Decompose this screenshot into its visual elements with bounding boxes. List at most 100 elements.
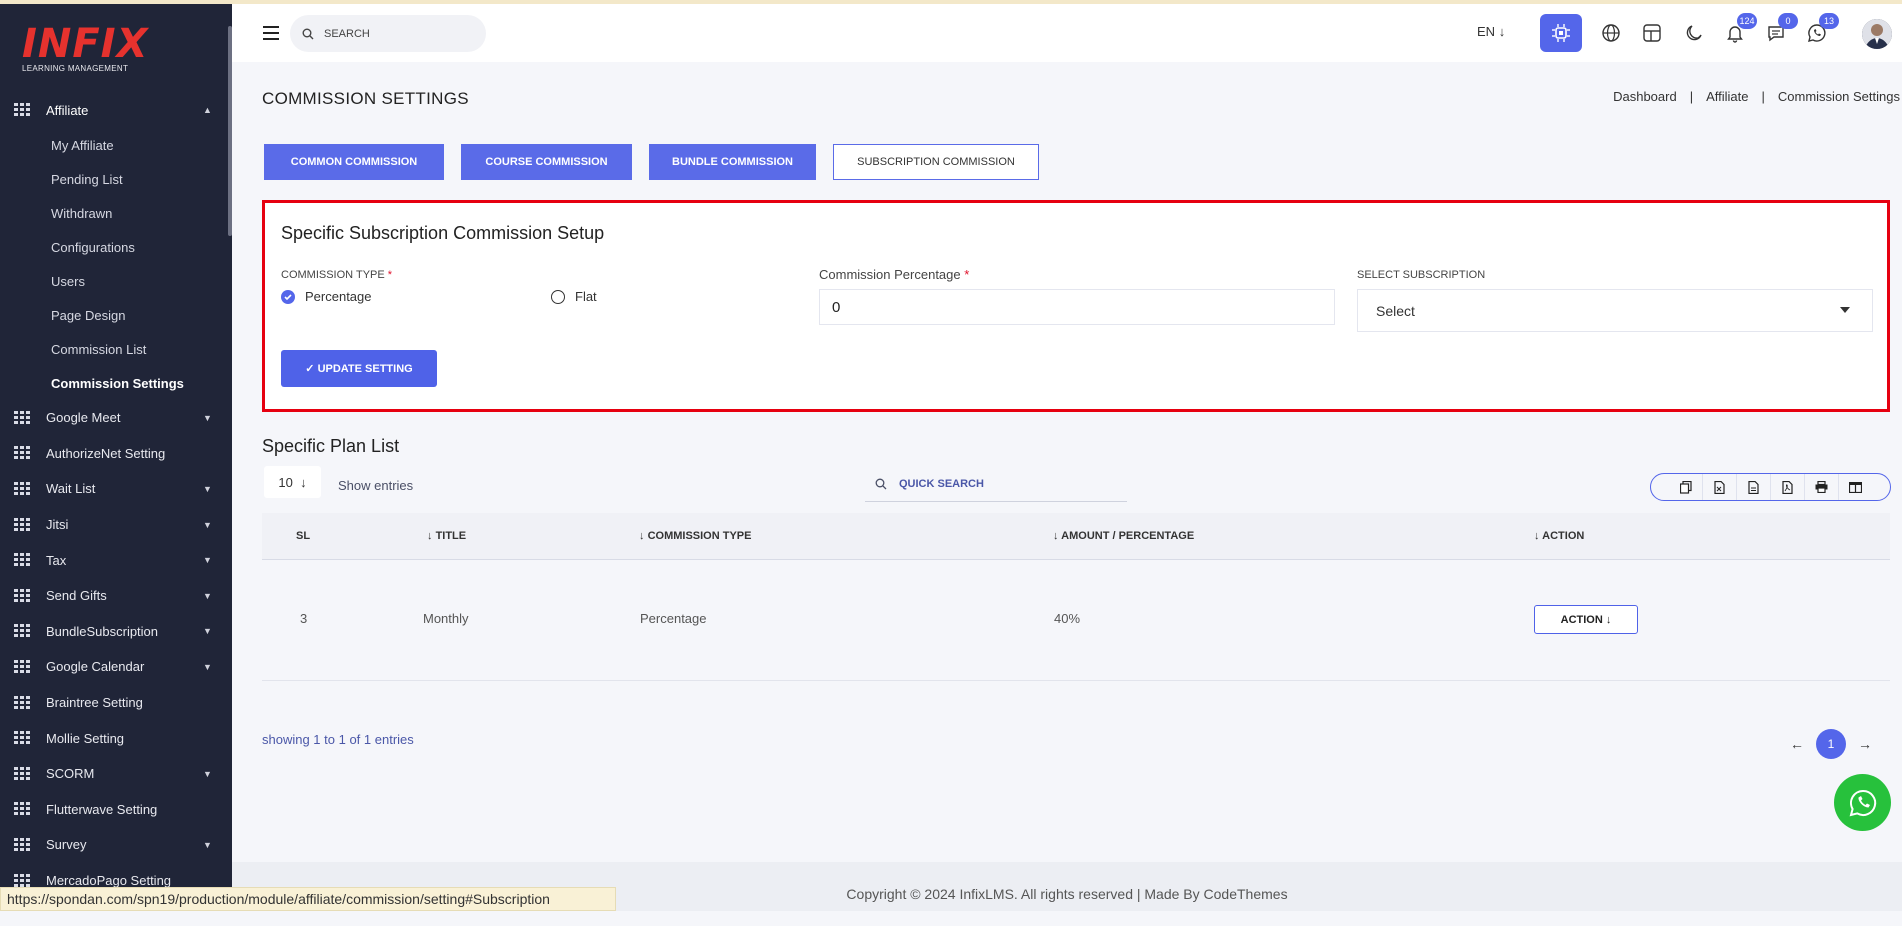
radio-percentage-label: Percentage: [305, 289, 372, 304]
radio-flat[interactable]: Flat: [551, 289, 597, 304]
chevron-down-icon: ▼: [203, 483, 212, 494]
csv-icon[interactable]: [1736, 474, 1770, 500]
sidebar-item-label: Braintree Setting: [46, 695, 143, 711]
whatsapp-badge: 13: [1819, 13, 1839, 29]
column-commission-type[interactable]: ↓ COMMISSION TYPE: [639, 530, 751, 542]
column-sl[interactable]: SL: [296, 530, 310, 542]
grid-icon: [14, 802, 30, 816]
update-setting-button[interactable]: ✓ UPDATE SETTING: [281, 350, 437, 387]
sidebar-item-mollie-setting[interactable]: Mollie Setting: [0, 720, 232, 756]
breadcrumb-dashboard[interactable]: Dashboard: [1613, 89, 1677, 104]
column-action[interactable]: ↓ ACTION: [1534, 530, 1584, 542]
user-avatar[interactable]: [1862, 19, 1892, 49]
arrow-down-icon: ↓: [1605, 613, 1612, 626]
sidebar-subitem-commission-settings[interactable]: Commission Settings: [0, 366, 232, 400]
cpu-settings-icon[interactable]: [1540, 14, 1582, 52]
grid-icon: [14, 624, 30, 638]
chevron-down-icon: ▼: [203, 412, 212, 423]
prev-page-icon[interactable]: ←: [1790, 736, 1804, 752]
sidebar-subitem-my-affiliate[interactable]: My Affiliate: [0, 128, 232, 162]
print-icon[interactable]: [1804, 474, 1838, 500]
sidebar: INFIX LEARNING MANAGEMENT Affiliate ▲ My…: [0, 4, 232, 911]
entries-select[interactable]: 10 ↓: [264, 466, 321, 498]
radio-percentage[interactable]: Percentage: [281, 289, 372, 304]
hamburger-menu-icon[interactable]: [263, 26, 279, 40]
sidebar-menu: Affiliate ▲ My Affiliate Pending List With…: [0, 92, 232, 898]
sidebar-item-bundlesubscription[interactable]: BundleSubscription ▼: [0, 614, 232, 650]
sidebar-item-scorm[interactable]: SCORM ▼: [0, 756, 232, 792]
column-amount[interactable]: ↓ AMOUNT / PERCENTAGE: [1053, 530, 1194, 542]
sidebar-item-jitsi[interactable]: Jitsi ▼: [0, 507, 232, 543]
grid-icon: [14, 588, 30, 602]
sidebar-item-label: Tax: [46, 552, 67, 568]
page-current[interactable]: 1: [1816, 729, 1846, 759]
pagination: ← 1 →: [1790, 729, 1872, 759]
sidebar-subitem-commission-list[interactable]: Commission List: [0, 332, 232, 366]
arrow-down-icon: ↓: [427, 530, 436, 542]
whatsapp-float-icon[interactable]: [1834, 774, 1891, 831]
sidebar-item-braintree-setting[interactable]: Braintree Setting: [0, 685, 232, 721]
sidebar-item-authorizenet-setting[interactable]: AuthorizeNet Setting: [0, 436, 232, 472]
page-title: COMMISSION SETTINGS: [262, 89, 469, 108]
sidebar-item-affiliate[interactable]: Affiliate ▲: [0, 92, 232, 128]
sidebar-item-flutterwave-setting[interactable]: Flutterwave Setting: [0, 792, 232, 828]
bell-icon[interactable]: 124: [1723, 13, 1757, 45]
sidebar-subitem-page-design[interactable]: Page Design: [0, 298, 232, 332]
cell-amount: 40%: [1054, 611, 1081, 626]
notification-badge: 124: [1737, 13, 1757, 29]
columns-icon[interactable]: [1838, 474, 1872, 500]
tab-course-commission[interactable]: COURSE COMMISSION: [461, 144, 632, 180]
moon-icon[interactable]: [1682, 21, 1706, 45]
tab-bundle-commission[interactable]: BUNDLE COMMISSION: [649, 144, 816, 180]
affiliate-submenu: My Affiliate Pending List Withdrawn Configu…: [0, 128, 232, 400]
sidebar-item-google-meet[interactable]: Google Meet ▼: [0, 400, 232, 436]
chat-icon[interactable]: 0: [1764, 13, 1798, 45]
excel-icon[interactable]: [1702, 474, 1736, 500]
copy-icon[interactable]: [1669, 474, 1702, 500]
search-input[interactable]: [322, 26, 476, 41]
breadcrumb-affiliate[interactable]: Affiliate: [1706, 89, 1748, 104]
tab-common-commission[interactable]: COMMON COMMISSION: [264, 144, 444, 180]
unchecked-radio-icon: [551, 289, 565, 304]
table-header: SL ↓ TITLE ↓ COMMISSION TYPE ↓ AMOUNT / …: [262, 513, 1890, 560]
plan-list-title: Specific Plan List: [262, 436, 400, 456]
sidebar-subitem-label: Commission List: [51, 341, 147, 357]
cell-title: Monthly: [423, 611, 469, 626]
tab-subscription-commission[interactable]: SUBSCRIPTION COMMISSION: [833, 144, 1039, 180]
row-action-button[interactable]: ACTION ↓: [1534, 605, 1638, 634]
breadcrumb-commission-settings[interactable]: Commission Settings: [1778, 89, 1900, 104]
commission-percentage-input[interactable]: 0: [819, 289, 1335, 325]
quick-search[interactable]: QUICK SEARCH: [865, 466, 1127, 502]
subscription-select[interactable]: Select: [1357, 289, 1873, 332]
grid-icon: [14, 517, 30, 531]
select-subscription-label: SELECT SUBSCRIPTION: [1357, 269, 1486, 281]
language-selector[interactable]: EN ↓: [1477, 24, 1505, 39]
caret-down-icon: [1840, 307, 1850, 313]
sidebar-subitem-configurations[interactable]: Configurations: [0, 230, 232, 264]
sidebar-item-send-gifts[interactable]: Send Gifts ▼: [0, 578, 232, 614]
sidebar-subitem-pending-list[interactable]: Pending List: [0, 162, 232, 196]
chevron-down-icon: ▼: [203, 590, 212, 601]
pdf-icon[interactable]: [1770, 474, 1804, 500]
sidebar-subitem-withdrawn[interactable]: Withdrawn: [0, 196, 232, 230]
sidebar-item-survey[interactable]: Survey ▼: [0, 827, 232, 863]
logo[interactable]: INFIX LEARNING MANAGEMENT: [22, 24, 148, 73]
sidebar-item-google-calendar[interactable]: Google Calendar ▼: [0, 649, 232, 685]
grid-icon: [14, 837, 30, 851]
column-title[interactable]: ↓ TITLE: [427, 530, 466, 542]
layout-icon[interactable]: [1640, 21, 1664, 45]
cell-type: Percentage: [640, 611, 707, 626]
commission-tabs: COMMON COMMISSION COURSE COMMISSION BUND…: [264, 144, 1056, 180]
arrow-down-icon: ↓: [639, 530, 648, 542]
search-icon: [875, 478, 887, 489]
next-page-icon[interactable]: →: [1858, 736, 1872, 752]
chevron-down-icon: ▼: [203, 626, 212, 637]
sidebar-item-wait-list[interactable]: Wait List ▼: [0, 471, 232, 507]
search-box[interactable]: [290, 15, 486, 52]
sidebar-subitem-users[interactable]: Users: [0, 264, 232, 298]
sidebar-item-label: Flutterwave Setting: [46, 801, 158, 817]
sidebar-item-tax[interactable]: Tax ▼: [0, 542, 232, 578]
whatsapp-header-icon[interactable]: 13: [1805, 13, 1839, 45]
globe-icon[interactable]: [1599, 21, 1623, 45]
sidebar-item-label: Survey: [46, 837, 87, 853]
